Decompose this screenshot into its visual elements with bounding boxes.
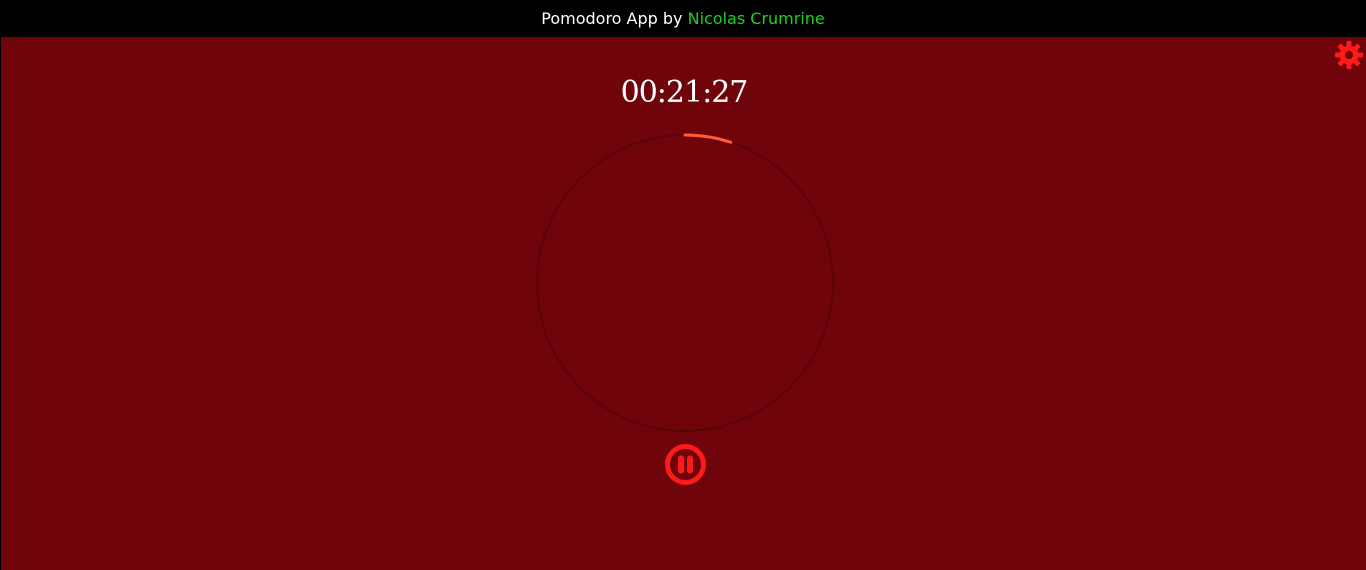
progress-ring-arc: [683, 133, 733, 144]
timer-display: 00:21:27: [620, 75, 749, 110]
progress-ring: [536, 133, 834, 432]
settings-button[interactable]: [1334, 40, 1364, 70]
progress-ring-track: [536, 134, 834, 432]
pause-button[interactable]: [664, 443, 707, 486]
header-title: Pomodoro App by: [541, 9, 688, 28]
gear-icon: [1335, 41, 1363, 69]
pause-icon: [665, 444, 706, 485]
timer-stage: 00:21:27: [1, 37, 1366, 570]
author-link[interactable]: Nicolas Crumrine: [688, 9, 825, 28]
header-bar: Pomodoro App by Nicolas Crumrine: [0, 0, 1366, 37]
